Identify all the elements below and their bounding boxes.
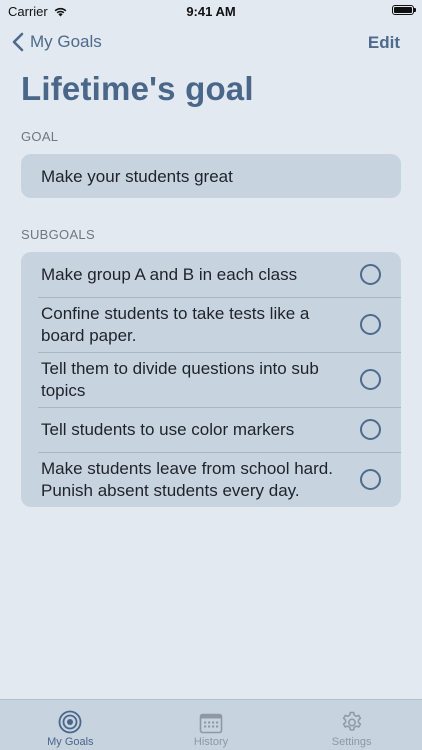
page-title: Lifetime's goal [21, 70, 254, 107]
subgoal-row[interactable]: Tell them to divide questions into sub t… [21, 352, 401, 407]
circle-checkbox-icon[interactable] [360, 469, 381, 490]
subgoal-label: Tell students to use color markers [41, 419, 295, 439]
status-bar: Carrier 9:41 AM [0, 0, 422, 22]
tab-label: Settings [331, 736, 372, 748]
status-time: 9:41 AM [186, 4, 236, 19]
tab-label: History [193, 736, 229, 748]
target-icon [58, 710, 82, 734]
edit-button[interactable]: Edit [368, 33, 400, 53]
goal-section-header: GOAL [21, 129, 59, 144]
battery-icon [392, 5, 416, 15]
goal-card[interactable]: Make your students great [21, 154, 401, 198]
subgoals-section-header: SUBGOALS [21, 227, 95, 242]
circle-checkbox-icon[interactable] [360, 419, 381, 440]
subgoal-row[interactable]: Confine students to take tests like a bo… [21, 297, 401, 352]
calendar-icon [199, 713, 223, 734]
subgoal-row[interactable]: Make group A and B in each class [21, 252, 401, 297]
subgoals-list: Make group A and B in each class Confine… [21, 252, 401, 507]
goal-text: Make your students great [41, 167, 233, 186]
tab-my-goals[interactable]: My Goals [0, 700, 141, 750]
subgoal-label: Confine students to take tests like a bo… [41, 303, 310, 345]
tab-bar: My Goals History Settings [0, 699, 422, 750]
subgoal-label: Make group A and B in each class [41, 264, 298, 284]
subgoal-label: Make students leave from school hard. Pu… [41, 458, 333, 500]
chevron-left-icon [12, 32, 24, 52]
subgoal-row[interactable]: Tell students to use color markers [21, 407, 401, 452]
subgoal-label: Tell them to divide questions into sub t… [41, 358, 319, 400]
circle-checkbox-icon[interactable] [360, 314, 381, 335]
tab-settings[interactable]: Settings [281, 700, 422, 750]
gear-icon [342, 711, 362, 731]
back-button-label: My Goals [30, 32, 102, 51]
circle-checkbox-icon[interactable] [360, 369, 381, 390]
tab-history[interactable]: History [141, 700, 282, 750]
subgoal-row[interactable]: Make students leave from school hard. Pu… [21, 452, 401, 507]
back-button[interactable]: My Goals [12, 32, 102, 52]
circle-checkbox-icon[interactable] [360, 264, 381, 285]
tab-label: My Goals [47, 736, 94, 748]
